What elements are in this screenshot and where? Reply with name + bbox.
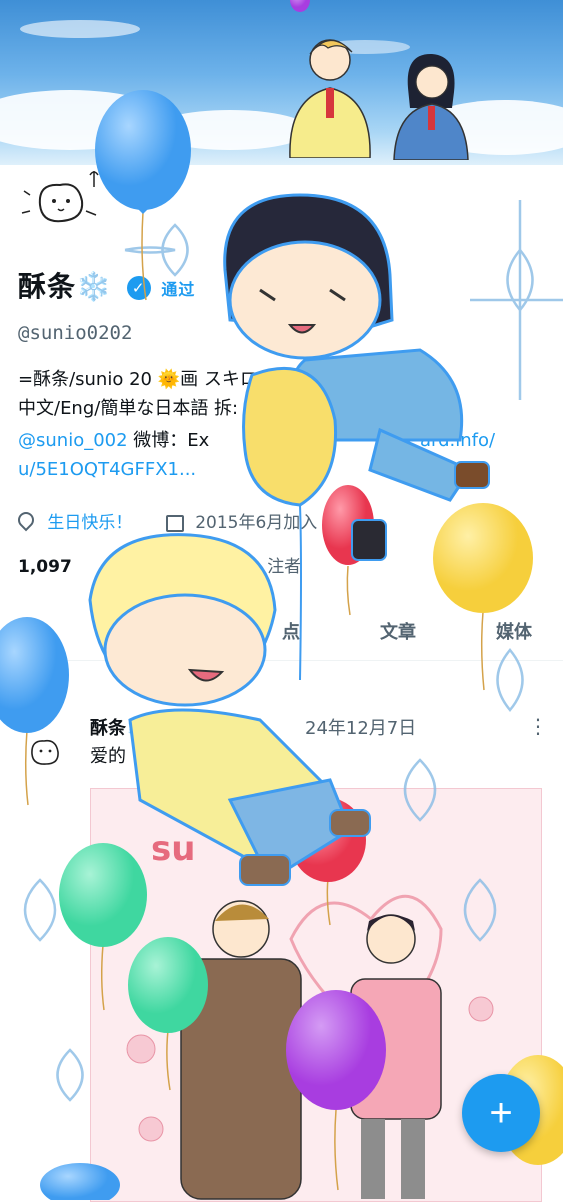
post-author-avatar[interactable] [26,730,66,770]
followers-label[interactable]: 注者 [267,557,301,577]
profile-handle: @sunio0202 [18,322,133,344]
post-author-name[interactable]: 酥条❄️ [90,714,148,740]
tab-highlights[interactable]: 点 [282,618,300,644]
profile-avatar[interactable] [20,165,110,235]
calendar-icon [165,514,184,532]
following-count[interactable]: 1,097 [18,557,72,577]
joined-date: 2015年6月加入 [195,513,318,533]
bio-line-2: 中文/Eng/簡単な日本語 拆: [18,398,239,419]
post-more-icon[interactable]: ⋮ [528,714,548,738]
plus-icon: + [489,1091,513,1135]
banner-boy-illustration [289,39,371,158]
profile-tabs: 点 文章 媒体 [0,600,563,661]
tab-articles[interactable]: 文章 [380,618,416,644]
display-name-text: 酥条❄️ [18,270,112,303]
profile-banner[interactable] [0,0,563,165]
bio-mention-link[interactable]: @sunio_002 [18,430,128,451]
bio-url-link-part2[interactable]: u/5E1OQT4GFFX1... [18,457,196,483]
post-text: 爱的 [90,746,126,767]
profile-meta-row: 生日快乐！ 2015年6月加入 [14,508,318,533]
bio-url-link-part1[interactable]: ard.info/ [420,428,495,454]
follow-stats-row: 1,097 注者 [18,552,301,577]
tab-media[interactable]: 媒体 [496,618,532,644]
post-date[interactable]: 24年12月7日 [305,714,416,740]
compose-post-button[interactable]: + [462,1074,540,1152]
verified-badge-icon: ✓ [126,276,151,300]
bio-line-1: =酥条/sunio 20 🌞画 スキロー [18,369,276,390]
bio-weibo-text: 微博：Ex [127,430,210,451]
banner-girl-illustration [393,53,469,160]
location-icon [14,508,38,532]
verified-badge-label: 通过 [161,280,196,299]
bio-line-3: @sunio_002 微博：Ex [18,428,209,454]
location-link[interactable]: 生日快乐！ [47,513,132,533]
profile-display-name: 酥条❄️ ✓ 通过 [18,265,195,305]
